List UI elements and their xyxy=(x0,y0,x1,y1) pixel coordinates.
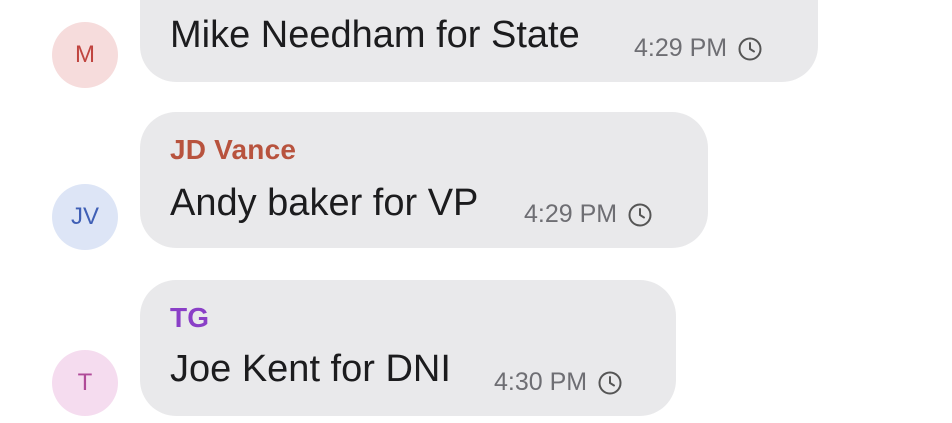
message-meta: 4:29 PM xyxy=(524,200,653,229)
clock-icon xyxy=(628,203,652,226)
message-time: 4:30 PM xyxy=(494,368,588,396)
message-time: 4:29 PM xyxy=(524,200,618,228)
message-bubble[interactable]: JD Vance Andy baker for VP 4:29 PM xyxy=(140,112,708,248)
message-text: Mike Needham for State xyxy=(170,14,580,56)
clock-icon xyxy=(738,37,762,60)
clock-icon xyxy=(598,371,622,394)
message-row: JV JD Vance Andy baker for VP 4:29 PM xyxy=(0,112,952,252)
avatar[interactable]: M xyxy=(52,22,118,88)
message-meta: 4:29 PM xyxy=(634,34,763,63)
message-row: T TG Joe Kent for DNI 4:30 PM xyxy=(0,280,952,420)
message-time: 4:29 PM xyxy=(634,34,728,62)
message-text: Joe Kent for DNI xyxy=(170,348,451,390)
avatar-initials: T xyxy=(77,369,93,396)
avatar-initials: JV xyxy=(70,203,99,230)
message-meta: 4:30 PM xyxy=(494,368,623,397)
message-bubble[interactable]: TG Joe Kent for DNI 4:30 PM xyxy=(140,280,676,416)
sender-name: TG xyxy=(170,302,210,333)
message-row: M Mike Needham for State 4:29 PM xyxy=(0,0,952,100)
sender-name: JD Vance xyxy=(170,134,297,165)
avatar[interactable]: JV xyxy=(52,184,118,250)
message-text: Andy baker for VP xyxy=(170,182,479,224)
avatar[interactable]: T xyxy=(52,350,118,416)
avatar-initials: M xyxy=(75,41,95,68)
message-bubble[interactable]: Mike Needham for State 4:29 PM xyxy=(140,0,818,82)
